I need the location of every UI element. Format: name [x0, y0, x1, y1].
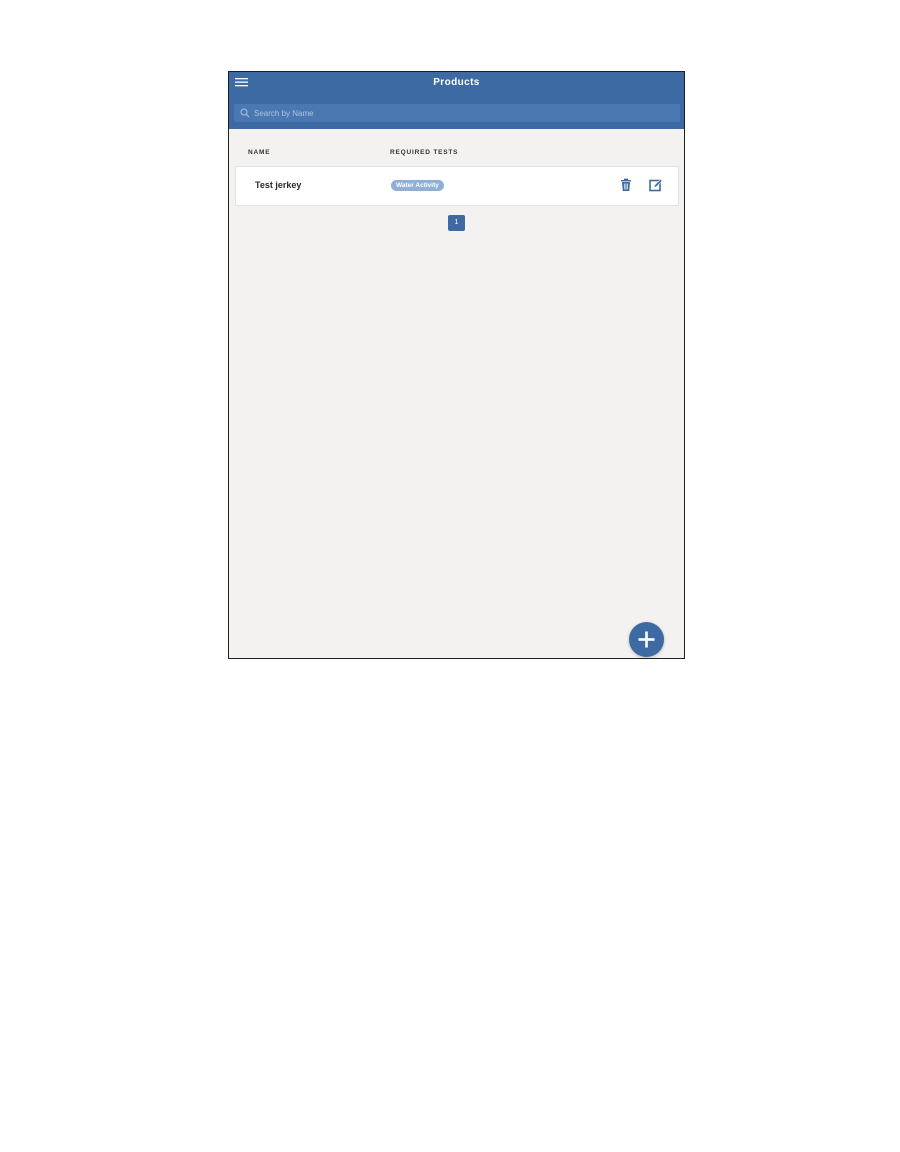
- pagination-page-button[interactable]: 1: [448, 215, 465, 231]
- delete-button[interactable]: [620, 178, 632, 192]
- required-test-chip: Water Activity: [391, 180, 444, 191]
- edit-icon: [649, 178, 663, 192]
- trash-icon: [621, 178, 631, 191]
- column-header-required-tests: REQUIRED TESTS: [390, 149, 459, 156]
- app-window: Products NAME REQUIRED TESTS Test jerkey…: [228, 71, 685, 659]
- table-header: NAME REQUIRED TESTS: [229, 147, 684, 159]
- add-product-button[interactable]: [629, 622, 664, 657]
- app-bar: Products: [229, 72, 684, 129]
- page-title: Products: [433, 77, 480, 88]
- product-name: Test jerkey: [255, 180, 302, 190]
- plus-icon: [638, 631, 655, 648]
- search-icon: [240, 108, 250, 118]
- search-input[interactable]: [254, 104, 674, 122]
- search-bar[interactable]: [234, 104, 680, 122]
- edit-button[interactable]: [649, 178, 663, 192]
- column-header-name: NAME: [248, 149, 271, 156]
- table-row[interactable]: Test jerkey Water Activity: [235, 166, 679, 206]
